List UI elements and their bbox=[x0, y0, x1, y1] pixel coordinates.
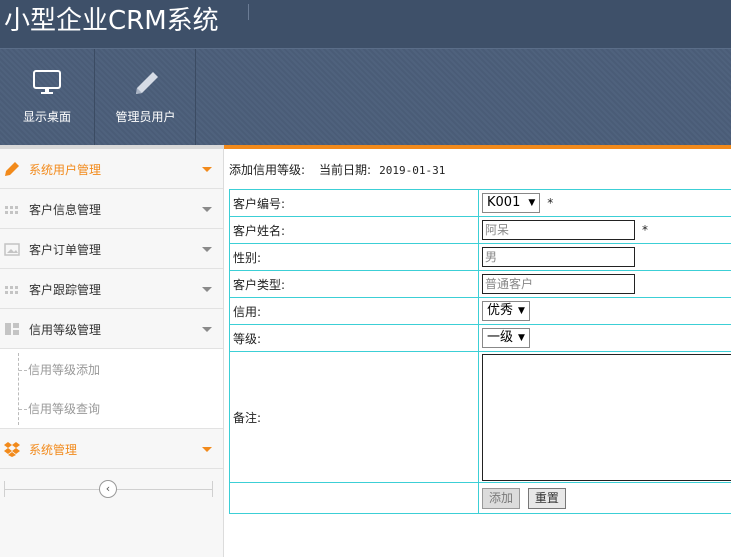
submenu-item-label: 信用等级添加 bbox=[28, 363, 101, 377]
sidebar-item-label: 客户订单管理 bbox=[29, 243, 102, 257]
level-select[interactable]: 一级 ▼ bbox=[482, 328, 530, 348]
credit-level-form: 客户编号: K001 ▼ * 客户姓名: 阿呆 * 性别: 男 客户类型: 普通客户 … bbox=[229, 189, 731, 514]
submenu-item-credit-query[interactable]: 信用等级查询 bbox=[19, 400, 100, 420]
gender-field[interactable]: 男 bbox=[482, 247, 635, 267]
chevron-down-icon bbox=[202, 207, 212, 212]
title-divider bbox=[248, 4, 249, 20]
sidebar-item-label: 信用等级管理 bbox=[29, 323, 102, 337]
customer-type-field[interactable]: 普通客户 bbox=[482, 274, 635, 294]
dropdown-arrow-icon: ▼ bbox=[518, 306, 525, 316]
form-row-customer-no: 客户编号: K001 ▼ * bbox=[229, 189, 731, 217]
monitor-icon bbox=[32, 69, 62, 98]
page-title: 添加信用等级: bbox=[229, 163, 306, 177]
image-icon bbox=[4, 241, 20, 257]
field-label: 等级: bbox=[229, 324, 479, 352]
dropbox-icon bbox=[4, 441, 20, 457]
field-label: 性别: bbox=[229, 243, 479, 271]
grid-icon bbox=[4, 201, 20, 217]
remark-textarea[interactable] bbox=[482, 353, 731, 481]
form-row-level: 等级: 一级 ▼ bbox=[229, 324, 731, 352]
field-label: 客户类型: bbox=[229, 270, 479, 298]
credit-select[interactable]: 优秀 ▼ bbox=[482, 301, 530, 321]
current-date: 2019-01-31 bbox=[379, 164, 446, 177]
credit-level-submenu: 信用等级添加 信用等级查询 bbox=[0, 349, 223, 429]
sidebar-item-customer-orders[interactable]: 客户订单管理 bbox=[0, 229, 223, 269]
required-mark: * bbox=[642, 223, 648, 237]
chevron-down-icon bbox=[202, 167, 212, 172]
field-label: 客户姓名: bbox=[229, 216, 479, 244]
sidebar-item-customer-tracking[interactable]: 客户跟踪管理 bbox=[0, 269, 223, 309]
customer-no-select[interactable]: K001 ▼ bbox=[482, 193, 541, 213]
page-heading: 添加信用等级: 当前日期: 2019-01-31 bbox=[229, 161, 445, 178]
pencil-icon bbox=[4, 161, 20, 177]
sidebar-collapse-row: ‹ bbox=[4, 479, 214, 499]
form-row-credit: 信用: 优秀 ▼ bbox=[229, 297, 731, 325]
sidebar-item-customer-info[interactable]: 客户信息管理 bbox=[0, 189, 223, 229]
form-row-actions: 添加 重置 bbox=[229, 482, 731, 514]
sidebar-item-system-admin[interactable]: 系统管理 bbox=[0, 429, 223, 469]
chevron-down-icon bbox=[202, 327, 212, 332]
sidebar-item-label: 客户信息管理 bbox=[29, 203, 102, 217]
main-content: 添加信用等级: 当前日期: 2019-01-31 客户编号: K001 ▼ * 客户姓名… bbox=[224, 149, 731, 557]
sidebar-item-label: 客户跟踪管理 bbox=[29, 283, 102, 297]
field-label: 信用: bbox=[229, 297, 479, 325]
nav-label: 显示桌面 bbox=[22, 110, 71, 124]
dropdown-arrow-icon: ▼ bbox=[528, 198, 536, 208]
grid-icon bbox=[4, 281, 20, 297]
required-mark: * bbox=[547, 196, 554, 210]
form-row-customer-name: 客户姓名: 阿呆 * bbox=[229, 216, 731, 244]
collapse-sidebar-button[interactable]: ‹ bbox=[99, 480, 117, 498]
dropdown-arrow-icon: ▼ bbox=[518, 333, 525, 343]
add-button[interactable]: 添加 bbox=[482, 487, 521, 509]
submenu-item-credit-add[interactable]: 信用等级添加 bbox=[19, 361, 100, 381]
customer-name-field[interactable]: 阿呆 bbox=[482, 220, 635, 240]
sidebar-item-label: 系统管理 bbox=[29, 443, 78, 457]
top-header: 小型企业CRM系统 bbox=[0, 0, 731, 48]
sidebar-item-system-users[interactable]: 系统用户管理 bbox=[0, 149, 223, 189]
chevron-down-icon bbox=[202, 447, 212, 452]
form-row-remark: 备注: bbox=[229, 351, 731, 483]
nav-show-desktop[interactable]: 显示桌面 bbox=[0, 49, 95, 145]
nav-admin-user[interactable]: 管理员用户 bbox=[96, 49, 196, 145]
form-row-customer-type: 客户类型: 普通客户 bbox=[229, 270, 731, 298]
chevron-down-icon bbox=[202, 247, 212, 252]
app-title: 小型企业CRM系统 bbox=[4, 6, 219, 36]
sidebar-item-credit-level[interactable]: 信用等级管理 bbox=[0, 309, 223, 349]
sidebar: 系统用户管理 客户信息管理 客户订单管理 客户跟踪管理 信用等级管理 信用等级添… bbox=[0, 149, 224, 557]
nav-toolbar: 显示桌面 管理员用户 bbox=[0, 48, 731, 145]
sidebar-item-label: 系统用户管理 bbox=[29, 163, 102, 177]
field-label: 备注: bbox=[229, 351, 479, 483]
date-label: 当前日期: bbox=[319, 163, 372, 177]
form-row-gender: 性别: 男 bbox=[229, 243, 731, 271]
submenu-item-label: 信用等级查询 bbox=[28, 402, 101, 416]
nav-label: 管理员用户 bbox=[115, 110, 176, 124]
field-label: 客户编号: bbox=[229, 189, 479, 217]
layout-icon bbox=[4, 321, 20, 337]
reset-button[interactable]: 重置 bbox=[527, 487, 566, 509]
chevron-left-icon: ‹ bbox=[105, 482, 111, 495]
chevron-down-icon bbox=[202, 287, 212, 292]
pencil-icon bbox=[131, 69, 161, 102]
